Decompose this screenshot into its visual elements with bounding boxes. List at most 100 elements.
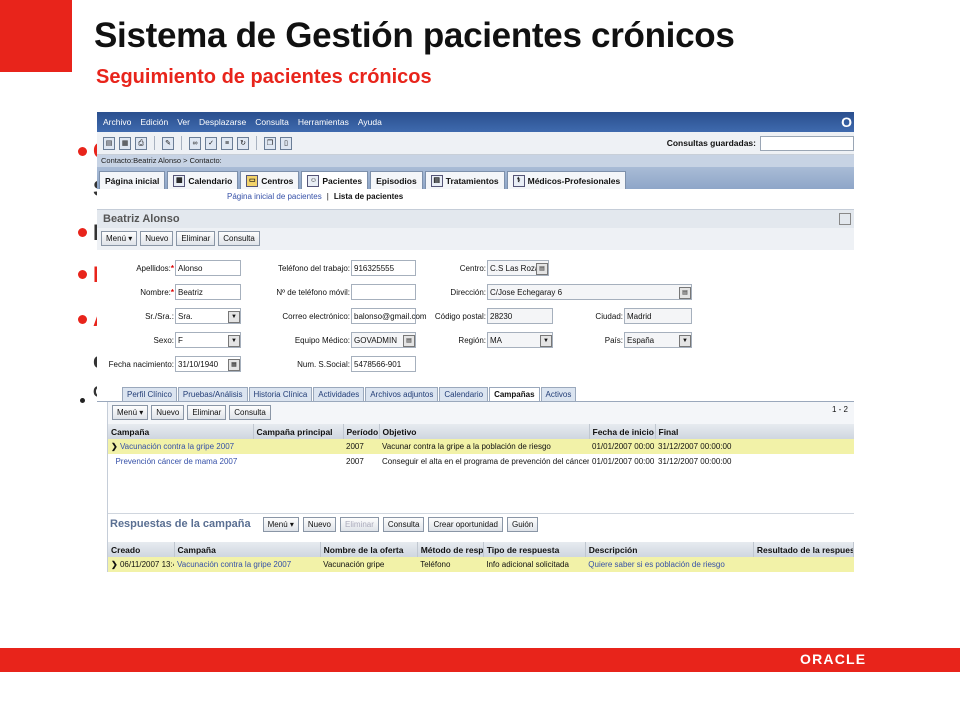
copy-icon[interactable]: ❐ (264, 136, 276, 150)
direccion-label: Dirección: (450, 288, 486, 297)
column-header[interactable]: Método de respu (417, 542, 484, 557)
binoculars-icon[interactable]: ∞ (189, 136, 201, 150)
tratamiento-label: Sr./Sra.: (145, 312, 174, 321)
num-ss-field[interactable]: 5478566-901 (351, 356, 416, 372)
responses-query-button[interactable]: Consulta (382, 516, 425, 532)
menu-button[interactable]: Menú ▾ (101, 231, 138, 246)
print-icon[interactable]: ⎙ (135, 136, 147, 150)
column-header[interactable]: Descripción (585, 542, 754, 557)
calendar-picker-icon[interactable]: ▦ (228, 359, 240, 371)
menu-desplazarse[interactable]: Desplazarse (199, 117, 246, 127)
campaign-link[interactable]: Vacunación contra la gripe 2007 (120, 442, 234, 451)
column-header[interactable]: Objetivo (379, 424, 590, 439)
tab-tratamientos[interactable]: ▤ Tratamientos (424, 171, 505, 189)
column-header[interactable]: Campaña (174, 542, 321, 557)
chevron-down-icon[interactable]: ▼ (228, 335, 240, 347)
campaign-query-button[interactable]: Consulta (229, 405, 271, 420)
document-icon[interactable]: ▯ (280, 136, 292, 150)
column-header[interactable]: Tipo de respuesta (483, 542, 586, 557)
column-header[interactable]: Resultado de la respuesta (753, 542, 854, 557)
chevron-down-icon[interactable]: ▼ (228, 311, 240, 323)
picker-icon[interactable]: ▤ (679, 287, 691, 299)
create-opportunity-button[interactable]: Crear oportunidad (428, 516, 503, 532)
new-button[interactable]: Nuevo (140, 231, 174, 246)
campaign-new-button[interactable]: Nuevo (151, 405, 185, 420)
edit-icon[interactable]: ✎ (162, 136, 174, 150)
picker-icon[interactable]: ▤ (536, 263, 548, 275)
save-icon[interactable]: ▦ (119, 136, 131, 150)
patients-home-link[interactable]: Página inicial de pacientes (227, 192, 322, 201)
table-cell: 2007 (346, 457, 364, 466)
slide-subtitle: Seguimiento de pacientes crónicos (96, 66, 432, 88)
centro-field[interactable]: C.S Las Rozas ▤ (487, 260, 549, 276)
menu-archivo[interactable]: Archivo (103, 117, 131, 127)
campaign-link[interactable]: Vacunación contra la gripe 2007 (177, 560, 291, 569)
recycle-icon[interactable]: ↻ (237, 136, 249, 150)
table-row[interactable]: ❯ Vacunación contra la gripe 2007 2007 V… (108, 439, 854, 454)
record-button-row: Menú ▾ Nuevo Eliminar Consulta (97, 228, 854, 250)
column-header[interactable]: Campaña principal (253, 424, 344, 439)
column-header[interactable]: Nombre de la oferta (320, 542, 418, 557)
tab-label: Pacientes (322, 175, 363, 186)
tab-pacientes[interactable]: ☺ Pacientes (301, 171, 369, 189)
patients-list-link[interactable]: Lista de pacientes (334, 192, 403, 201)
delete-button[interactable]: Eliminar (176, 231, 216, 246)
tab-calendario-detail[interactable]: Calendario (439, 387, 489, 401)
table-empty-area (108, 469, 854, 513)
sexo-select[interactable]: F ▼ (175, 332, 241, 348)
toolbar-separator (181, 136, 182, 150)
notes-icon[interactable]: ≡ (221, 136, 233, 150)
chevron-down-icon[interactable]: ▼ (679, 335, 691, 347)
tab-activos[interactable]: Activos (540, 387, 577, 401)
column-header[interactable]: Campaña (108, 424, 254, 439)
new-icon[interactable]: ▤ (103, 136, 115, 150)
menu-consulta[interactable]: Consulta (255, 117, 289, 127)
column-header[interactable]: Creado (108, 542, 175, 557)
table-row[interactable]: ❯ 06/11/2007 13:48:3 Vacunación contra l… (108, 557, 854, 572)
campaign-menu-button[interactable]: Menú ▾ (112, 405, 149, 420)
telefono-trabajo-label: Teléfono del trabajo: (277, 264, 350, 273)
responses-new-button[interactable]: Nuevo (302, 516, 336, 532)
script-button[interactable]: Guión (506, 516, 539, 532)
crm-screenshot: Archivo Edición Ver Desplazarse Consulta… (97, 112, 854, 612)
expand-icon[interactable] (839, 213, 851, 225)
direccion-field[interactable]: C/Jose Echegaray 6 ▤ (487, 284, 692, 300)
campaign-link[interactable]: Prevención cáncer de mama 2007 (115, 457, 237, 466)
tab-historia-clinica[interactable]: Historia Clínica (248, 387, 313, 401)
menu-edicion[interactable]: Edición (140, 117, 168, 127)
tratamiento-select[interactable]: Sra. ▼ (175, 308, 241, 324)
nombre-label: Nombre:* (97, 288, 174, 297)
ciudad-field[interactable]: Madrid (624, 308, 692, 324)
tab-calendario[interactable]: ▦ Calendario (167, 171, 239, 189)
responses-delete-button[interactable]: Eliminar (340, 516, 379, 532)
tab-episodios[interactable]: Episodios (370, 171, 423, 189)
table-row[interactable]: Prevención cáncer de mama 2007 2007 Cons… (108, 454, 854, 469)
tab-medicos-profesionales[interactable]: ⚕ Médicos-Profesionales (506, 171, 627, 189)
menu-ayuda[interactable]: Ayuda (358, 117, 382, 127)
saved-queries-input[interactable] (760, 135, 854, 151)
tab-pruebas-analisis[interactable]: Pruebas/Análisis (177, 387, 248, 401)
query-button[interactable]: Consulta (218, 231, 260, 246)
description-link[interactable]: Quiere saber si es población de riesgo (588, 560, 725, 569)
tab-centros[interactable]: ▭ Centros (240, 171, 300, 189)
column-header[interactable]: Período (343, 424, 380, 439)
checklist-icon[interactable]: ✓ (205, 136, 217, 150)
campaign-delete-button[interactable]: Eliminar (187, 405, 227, 420)
menu-ver[interactable]: Ver (177, 117, 190, 127)
tab-perfil-clinico[interactable]: Perfil Clínico (122, 387, 177, 401)
column-header[interactable]: Fecha de inicio (589, 424, 656, 439)
apellidos-label: Apellidos:* (97, 264, 174, 273)
apellidos-field[interactable]: Alonso (175, 260, 241, 276)
tab-pagina-inicial[interactable]: Página inicial (99, 171, 166, 189)
menu-herramientas[interactable]: Herramientas (298, 117, 349, 127)
column-header[interactable]: Final (655, 424, 854, 439)
nombre-field[interactable]: Beatriz (175, 284, 241, 300)
responses-menu-button[interactable]: Menú ▾ (262, 516, 299, 532)
tab-campanas[interactable]: Campañas (489, 387, 540, 401)
fecha-nacimiento-field[interactable]: 31/10/1940 ▦ (175, 356, 241, 372)
pais-select[interactable]: España ▼ (624, 332, 692, 348)
sexo-value: F (178, 336, 183, 345)
responses-table: Creado Campaña Nombre de la oferta Métod… (108, 542, 854, 572)
tab-actividades[interactable]: Actividades (313, 387, 365, 401)
tab-archivos-adjuntos[interactable]: Archivos adjuntos (365, 387, 439, 401)
